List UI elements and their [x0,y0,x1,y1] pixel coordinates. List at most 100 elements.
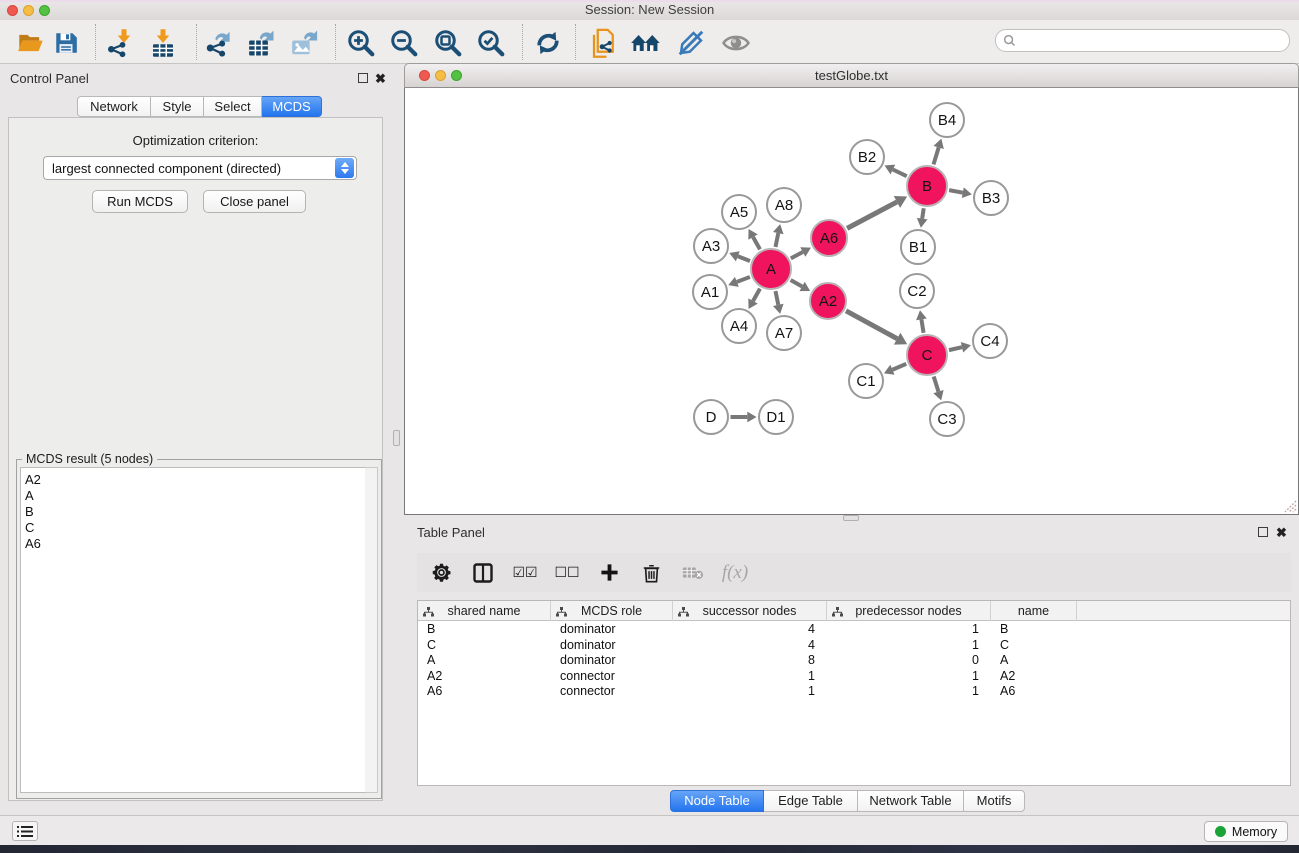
tab-edge-table[interactable]: Edge Table [764,790,858,812]
table-cell[interactable]: 1 [827,669,991,685]
tab-select[interactable]: Select [204,96,262,117]
mcds-result-item[interactable]: A [21,488,365,504]
table-panel-close-icon[interactable]: ✖ [1276,528,1287,538]
table-cell[interactable]: A2 [991,669,1077,685]
graph-edge-C-C3[interactable] [934,376,939,391]
table-cell[interactable]: 1 [827,684,991,700]
column-header-name[interactable]: name [991,601,1077,621]
graph-edge-C-C2[interactable] [921,319,923,332]
close-window-button[interactable] [7,5,18,16]
table-cell[interactable]: dominator [551,638,673,654]
table-cell[interactable]: A [418,653,551,669]
graph-edge-A2-C[interactable] [846,311,897,339]
table-row[interactable]: Bdominator41B [418,622,1290,638]
select-all-button[interactable]: ☑☑ [511,559,539,587]
network-zoom-button[interactable] [451,70,462,81]
table-cell[interactable]: 1 [827,638,991,654]
show-column-button[interactable] [469,559,497,587]
search-field[interactable] [995,29,1290,52]
column-header-MCDS-role[interactable]: MCDS role [551,601,673,621]
close-panel-button[interactable]: Close panel [203,190,306,213]
tab-network[interactable]: Network [77,96,151,117]
mcds-result-list[interactable]: A2ABCA6 [20,467,366,793]
window-resize-grip-icon[interactable] [1283,499,1297,513]
control-panel-float-icon[interactable] [358,73,368,83]
horizontal-splitter-handle[interactable] [843,515,859,521]
hide-annotations-button[interactable] [675,27,707,59]
table-cell[interactable]: A6 [418,684,551,700]
table-panel-float-icon[interactable] [1258,527,1268,537]
mcds-result-item[interactable]: B [21,504,365,520]
graph-edge-B-B2[interactable] [893,169,907,176]
graph-edge-B-B1[interactable] [922,208,924,218]
table-row[interactable]: A2connector11A2 [418,669,1290,685]
memory-button[interactable]: Memory [1204,821,1288,842]
table-cell[interactable]: C [418,638,551,654]
table-cell[interactable]: A [991,653,1077,669]
control-panel-close-icon[interactable]: ✖ [375,74,386,84]
run-mcds-button[interactable]: Run MCDS [92,190,188,213]
column-header-predecessor-nodes[interactable]: predecessor nodes [827,601,991,621]
graph-edge-A-A6[interactable] [791,252,803,258]
tab-motifs[interactable]: Motifs [964,790,1025,812]
search-input[interactable] [1020,33,1289,48]
graph-edge-A-A8[interactable] [775,233,778,247]
add-column-button[interactable] [595,559,623,587]
table-cell[interactable]: 1 [673,684,827,700]
zoom-window-button[interactable] [39,5,50,16]
function-builder-button[interactable]: f(x) [721,559,749,587]
tab-style[interactable]: Style [151,96,204,117]
export-image-button[interactable] [288,27,320,59]
graph-edge-A-A2[interactable] [791,280,802,286]
cybrowser-home-button[interactable] [630,27,662,59]
graph-edge-A6-B[interactable] [847,202,897,228]
table-cell[interactable]: 1 [673,669,827,685]
graph-edge-B-B4[interactable] [934,147,939,164]
zoom-selected-button[interactable] [475,27,507,59]
delete-table-button[interactable] [679,559,707,587]
save-session-button[interactable] [50,27,82,59]
graph-edge-B-B3[interactable] [949,190,963,193]
table-cell[interactable]: B [418,622,551,638]
criterion-dropdown[interactable]: largest connected component (directed) [43,156,357,180]
table-options-button[interactable] [427,559,455,587]
table-cell[interactable]: B [991,622,1077,638]
zoom-out-button[interactable] [388,27,420,59]
task-history-button[interactable] [12,821,38,841]
table-cell[interactable]: C [991,638,1077,654]
open-session-button[interactable] [15,27,47,59]
show-graphics-details-button[interactable] [720,27,752,59]
apply-layout-button[interactable] [532,27,564,59]
tab-mcds[interactable]: MCDS [262,96,322,117]
table-cell[interactable]: 4 [673,638,827,654]
graph-edge-A-A4[interactable] [753,289,760,301]
tab-network-table[interactable]: Network Table [858,790,964,812]
mcds-result-scrollbar[interactable] [365,467,378,793]
column-header-shared-name[interactable]: shared name [418,601,551,621]
table-cell[interactable]: 0 [827,653,991,669]
network-close-button[interactable] [419,70,430,81]
graph-edge-A-A3[interactable] [738,256,750,261]
network-window-titlebar[interactable]: testGlobe.txt [404,63,1299,88]
export-network-button[interactable] [203,27,235,59]
import-network-button[interactable] [104,27,136,59]
table-cell[interactable]: connector [551,669,673,685]
zoom-in-button[interactable] [345,27,377,59]
tab-node-table[interactable]: Node Table [670,790,764,812]
graph-edge-C-C4[interactable] [949,347,962,350]
table-cell[interactable]: dominator [551,622,673,638]
minimize-window-button[interactable] [23,5,34,16]
graph-edge-A-A5[interactable] [753,237,760,249]
table-cell[interactable]: A2 [418,669,551,685]
table-row[interactable]: Adominator80A [418,653,1290,669]
vertical-splitter-handle[interactable] [393,430,400,446]
graph-edge-A-A7[interactable] [775,291,778,305]
graph-edge-C-C1[interactable] [892,364,906,370]
new-network-from-selection-button[interactable] [588,27,620,59]
mcds-result-item[interactable]: C [21,520,365,536]
table-cell[interactable]: 8 [673,653,827,669]
table-cell[interactable]: dominator [551,653,673,669]
table-cell[interactable]: 1 [827,622,991,638]
delete-columns-button[interactable] [637,559,665,587]
zoom-fit-button[interactable] [432,27,464,59]
